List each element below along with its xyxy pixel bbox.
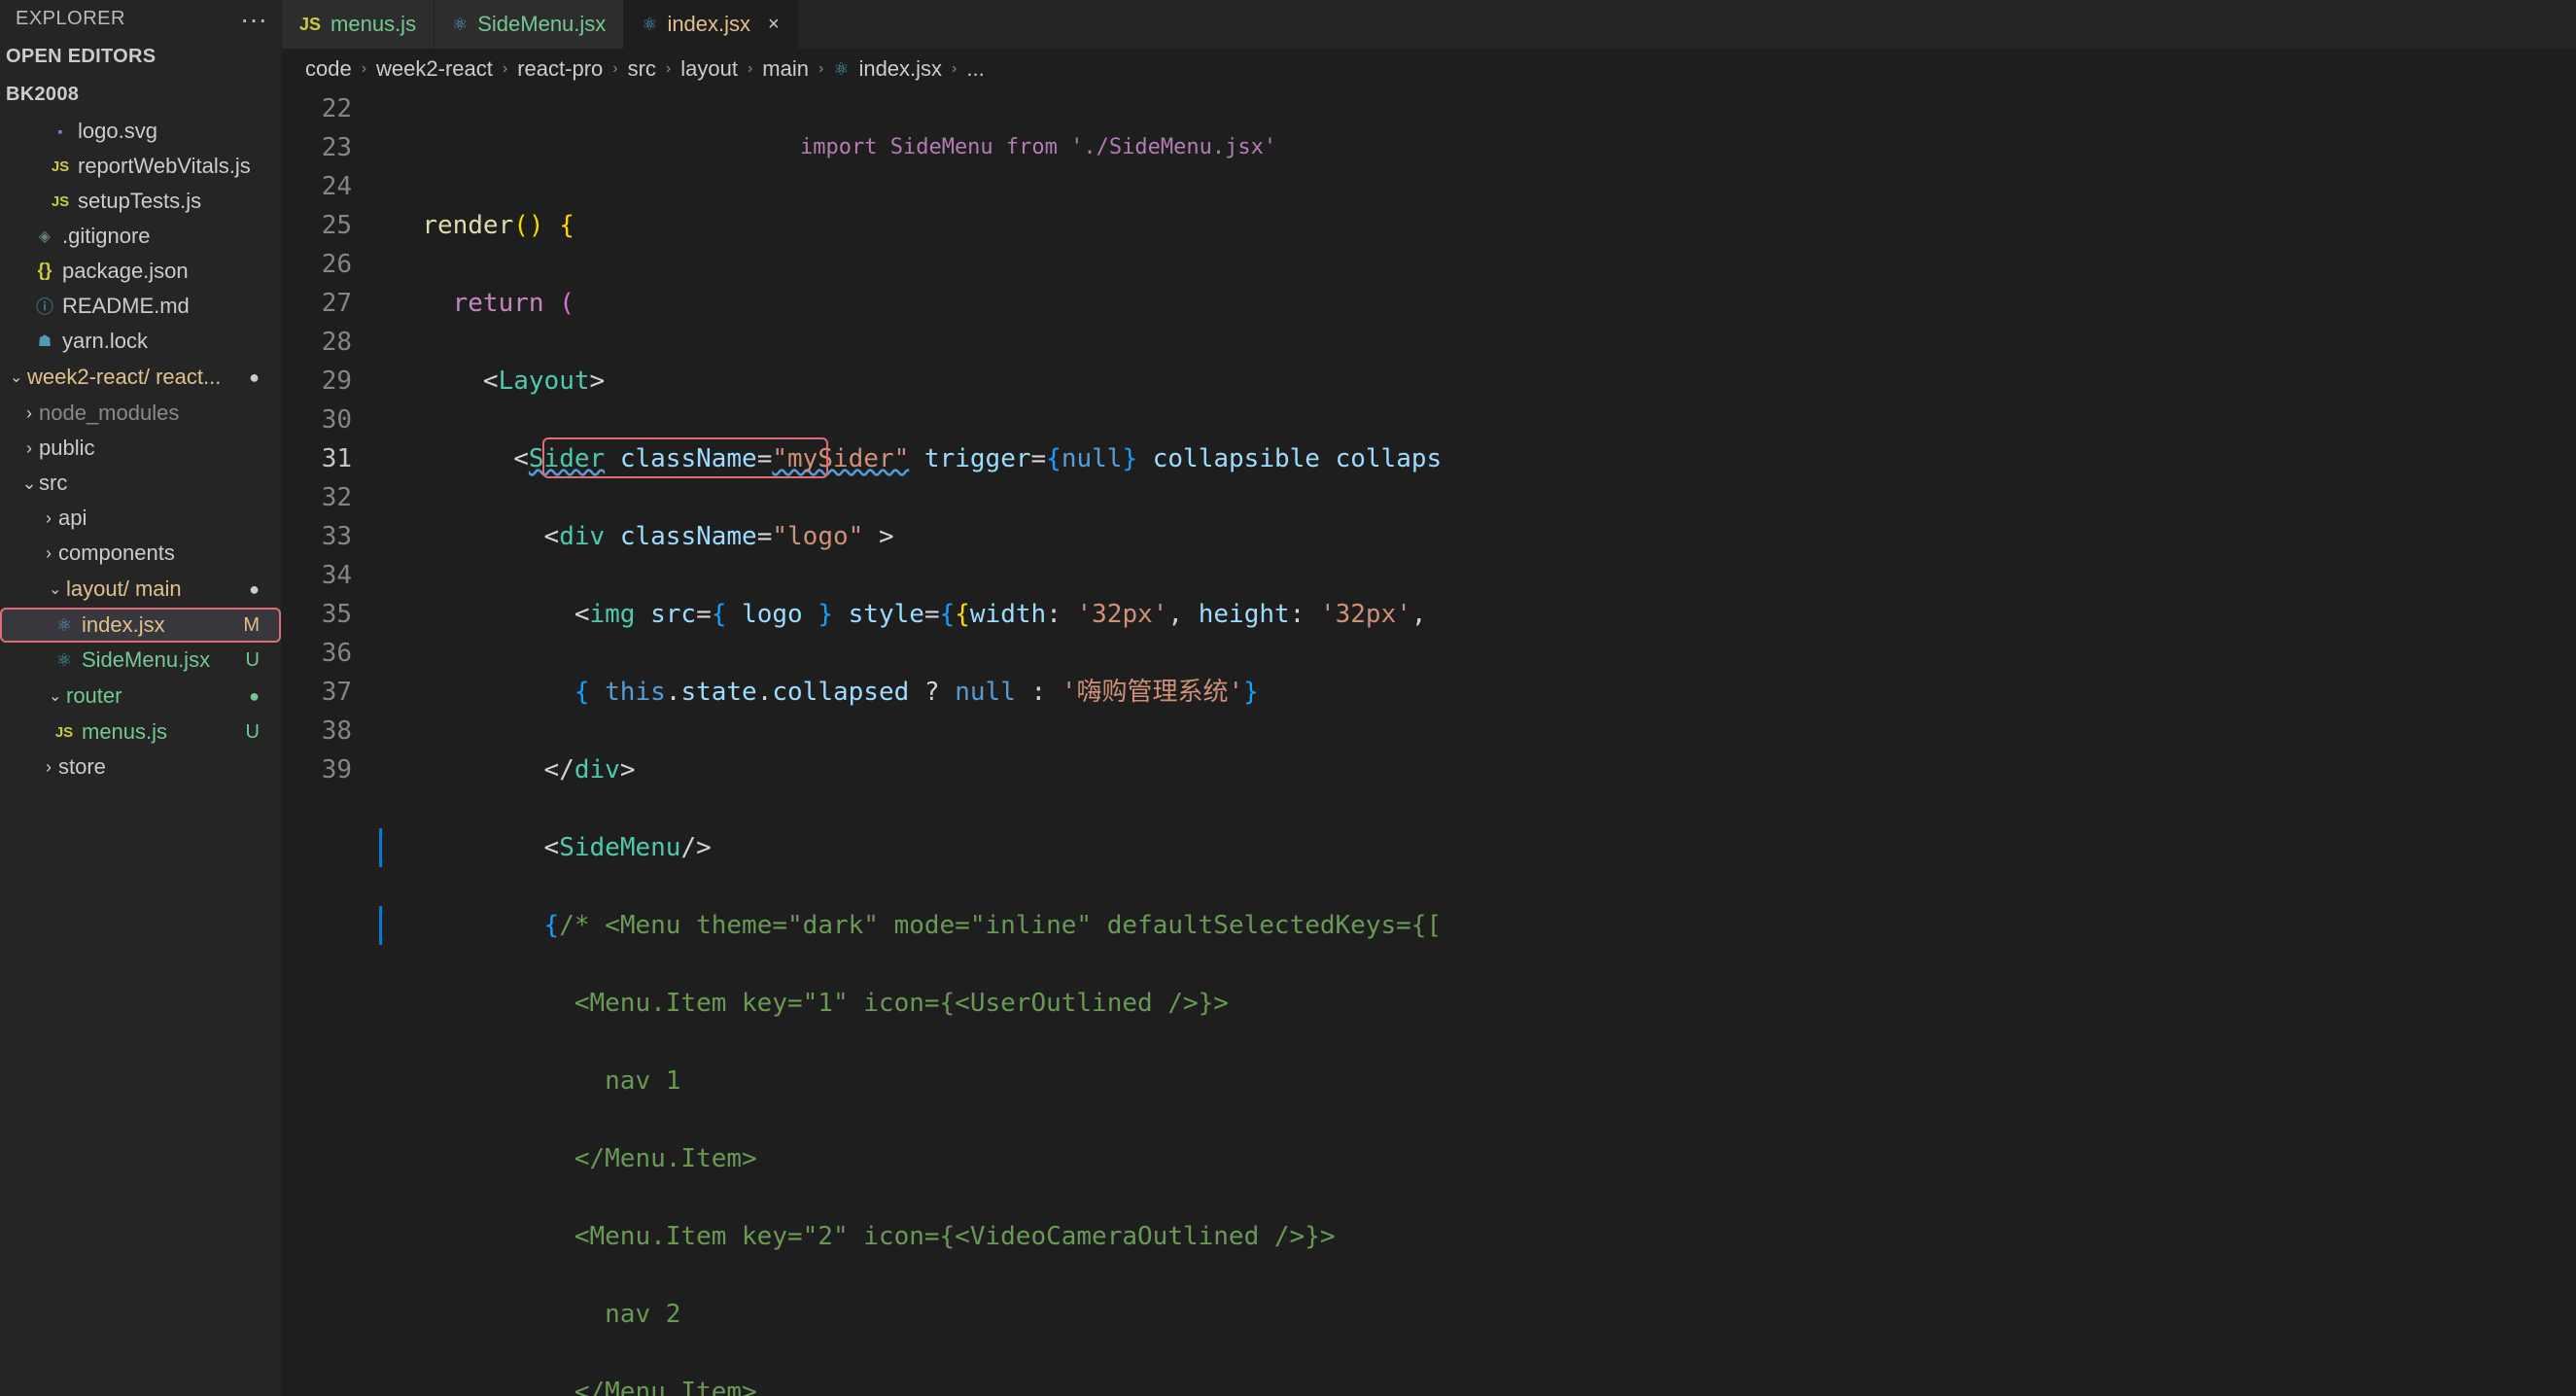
js-icon: JS xyxy=(49,193,72,210)
chevron-right-icon: › xyxy=(39,543,58,564)
breadcrumb-item[interactable]: ... xyxy=(966,56,984,82)
react-icon: ⚛ xyxy=(52,615,76,636)
chevron-right-icon: › xyxy=(818,60,823,78)
breadcrumb-item[interactable]: layout xyxy=(680,56,738,82)
lock-icon: ☗ xyxy=(33,332,56,351)
breadcrumb-item[interactable]: code xyxy=(305,56,352,82)
react-icon: ⚛ xyxy=(52,650,76,671)
explorer-title: EXPLORER xyxy=(16,8,125,30)
chevron-right-icon: › xyxy=(952,60,957,78)
tab-bar: JS menus.js ⚛ SideMenu.jsx ⚛ index.jsx × xyxy=(282,0,2576,49)
file-item[interactable]: ⚛SideMenu.jsx U xyxy=(0,643,281,678)
chevron-right-icon: › xyxy=(748,60,752,78)
breadcrumb-item[interactable]: main xyxy=(762,56,809,82)
folder-item[interactable]: ⌄src xyxy=(0,466,281,501)
folder-item[interactable]: ⌄router ● xyxy=(0,678,281,715)
breadcrumb-item[interactable]: src xyxy=(628,56,656,82)
chevron-right-icon: › xyxy=(362,60,366,78)
folder-item[interactable]: ⌄layout/ main ● xyxy=(0,571,281,608)
image-icon: ▪ xyxy=(49,123,72,139)
file-item[interactable]: ⓘREADME.md xyxy=(0,289,281,324)
file-tree: ▪logo.svg JSreportWebVitals.js JSsetupTe… xyxy=(0,114,281,785)
folder-item[interactable]: ›api xyxy=(0,501,281,536)
breadcrumb-item[interactable]: index.jsx xyxy=(858,56,942,82)
file-item[interactable]: ☗yarn.lock xyxy=(0,324,281,359)
workspace-header[interactable]: BK2008 xyxy=(0,76,281,114)
chevron-right-icon: › xyxy=(39,508,58,529)
file-item[interactable]: JSreportWebVitals.js xyxy=(0,149,281,184)
chevron-right-icon: › xyxy=(19,438,39,459)
chevron-right-icon: › xyxy=(19,403,39,424)
breadcrumb-item[interactable]: react-pro xyxy=(517,56,603,82)
js-icon: JS xyxy=(299,15,321,35)
explorer-more-icon[interactable]: ··· xyxy=(240,15,267,24)
tab-index-active[interactable]: ⚛ index.jsx × xyxy=(624,0,797,49)
file-item[interactable]: {}package.json xyxy=(0,254,281,289)
breadcrumb-item[interactable]: week2-react xyxy=(376,56,493,82)
js-icon: JS xyxy=(52,724,76,741)
folder-item[interactable]: ›components xyxy=(0,536,281,571)
folder-item[interactable]: ›public xyxy=(0,431,281,466)
explorer-sidebar: EXPLORER ··· OPEN EDITORS BK2008 ▪logo.s… xyxy=(0,0,282,1396)
folder-item[interactable]: ⌄ week2-react/ react... ● xyxy=(0,359,281,396)
chevron-right-icon: › xyxy=(612,60,617,78)
folder-item[interactable]: ›store xyxy=(0,750,281,785)
chevron-right-icon: › xyxy=(503,60,507,78)
file-item-active[interactable]: ⚛index.jsx M xyxy=(0,608,281,643)
editor-area[interactable]: 22 23 24 25 26 27 28 29 30 31 32 33 34 3… xyxy=(282,89,2576,1396)
chevron-down-icon: ⌄ xyxy=(49,579,66,599)
chevron-right-icon: › xyxy=(39,757,58,778)
gitignore-icon: ◈ xyxy=(33,227,56,246)
json-icon: {} xyxy=(33,261,56,282)
editor-main: JS menus.js ⚛ SideMenu.jsx ⚛ index.jsx ×… xyxy=(282,0,2576,1396)
react-icon: ⚛ xyxy=(833,59,849,80)
breadcrumb[interactable]: code › week2-react › react-pro › src › layou… xyxy=(282,49,2576,89)
file-item[interactable]: ◈.gitignore xyxy=(0,219,281,254)
file-item[interactable]: ▪logo.svg xyxy=(0,114,281,149)
react-icon: ⚛ xyxy=(642,15,657,35)
chevron-down-icon: ⌄ xyxy=(49,686,66,706)
file-item[interactable]: JSsetupTests.js xyxy=(0,184,281,219)
line-gutter: 22 23 24 25 26 27 28 29 30 31 32 33 34 3… xyxy=(282,89,379,1396)
close-icon[interactable]: × xyxy=(768,14,780,36)
chevron-down-icon: ⌄ xyxy=(10,367,27,387)
chevron-right-icon: › xyxy=(666,60,671,78)
folder-item[interactable]: ›node_modules xyxy=(0,396,281,431)
code-content[interactable]: import SideMenu from './SideMenu.jsx' re… xyxy=(379,89,2576,1396)
import-hint: import SideMenu from './SideMenu.jsx' xyxy=(800,128,1276,167)
react-icon: ⚛ xyxy=(452,15,468,35)
info-icon: ⓘ xyxy=(33,294,56,319)
chevron-down-icon: ⌄ xyxy=(19,473,39,494)
tab-sidemenu[interactable]: ⚛ SideMenu.jsx xyxy=(435,0,624,49)
tab-menus[interactable]: JS menus.js xyxy=(282,0,435,49)
file-item[interactable]: JSmenus.js U xyxy=(0,715,281,750)
open-editors-header[interactable]: OPEN EDITORS xyxy=(0,38,281,76)
js-icon: JS xyxy=(49,158,72,175)
